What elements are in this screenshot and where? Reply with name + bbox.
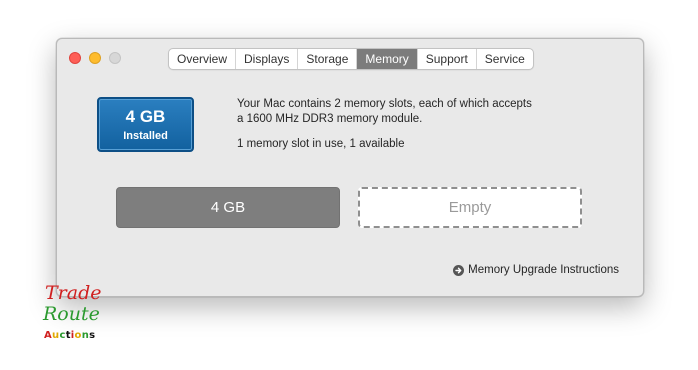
tab-storage[interactable]: Storage [298, 49, 358, 69]
tab-service[interactable]: Service [477, 49, 533, 69]
tab-memory[interactable]: Memory [357, 49, 418, 69]
memory-upgrade-instructions-link[interactable]: Memory Upgrade Instructions [453, 264, 619, 276]
tab-support[interactable]: Support [418, 49, 477, 69]
memory-description-line-2: a 1600 MHz DDR3 memory module. [237, 113, 423, 125]
screenshot-stage: Overview Displays Storage Memory Support… [0, 0, 698, 370]
tab-overview[interactable]: Overview [169, 49, 237, 69]
trade-route-auctions-watermark-logo: Trade Route Auctions [42, 283, 112, 345]
tab-displays[interactable]: Displays [236, 49, 299, 69]
about-this-mac-window: Overview Displays Storage Memory Support… [56, 38, 644, 297]
tab-bar: Overview Displays Storage Memory Support… [168, 48, 534, 70]
memory-slot-usage: 1 memory slot in use, 1 available [237, 138, 405, 150]
zoom-window-button[interactable] [109, 52, 121, 64]
memory-slot-2: Empty [358, 187, 582, 228]
installed-memory-status: Installed [123, 130, 168, 142]
memory-description-line-1: Your Mac contains 2 memory slots, each o… [237, 98, 532, 110]
arrow-circle-right-icon [453, 264, 465, 276]
memory-description: Your Mac contains 2 memory slots, each o… [237, 97, 577, 127]
memory-slot-1: 4 GB [116, 187, 340, 228]
watermark-line-2: Route [43, 303, 100, 325]
close-window-button[interactable] [69, 52, 81, 64]
watermark-line-3: Auctions [44, 330, 96, 341]
installed-memory-size: 4 GB [125, 107, 166, 126]
title-bar: Overview Displays Storage Memory Support… [57, 39, 643, 77]
watermark-line-1: Trade [45, 282, 102, 304]
installed-memory-badge: 4 GB Installed [97, 97, 194, 152]
memory-upgrade-instructions-label: Memory Upgrade Instructions [468, 264, 619, 276]
minimize-window-button[interactable] [89, 52, 101, 64]
